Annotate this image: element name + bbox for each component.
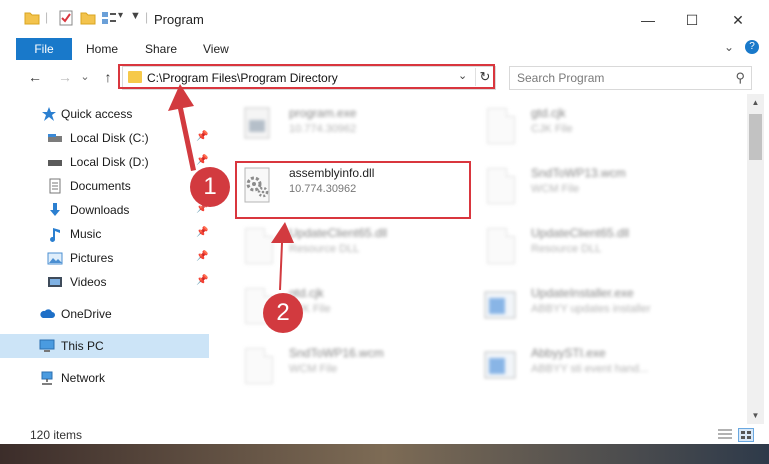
step-marker-1: 1 — [190, 167, 230, 207]
annotation-arrows — [168, 84, 294, 290]
explorer-window: | ▾ ▼ | Program — ☐ ✕ File Home Share Vi… — [0, 0, 769, 464]
step-marker-2: 2 — [263, 293, 303, 333]
arrow-2-icon — [271, 222, 294, 290]
arrow-1-icon — [168, 84, 196, 171]
